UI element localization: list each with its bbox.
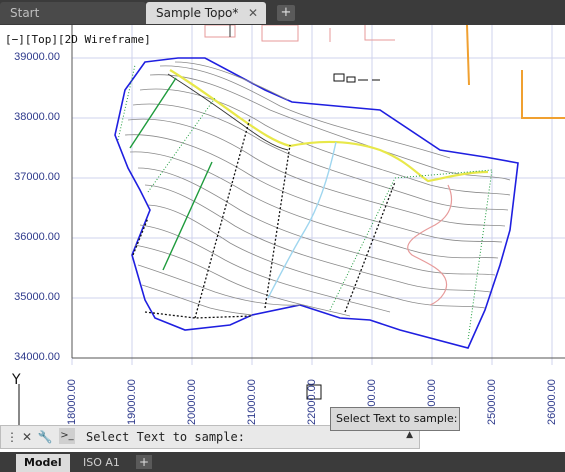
wrench-icon[interactable]: 🔧 — [37, 429, 53, 445]
tab-iso-a1[interactable]: ISO A1 — [75, 454, 128, 472]
command-prompt-icon[interactable]: >_ — [59, 428, 75, 444]
ucs-y-label: Y — [12, 372, 21, 388]
x-axis-tick-label: 26000.00 — [546, 379, 558, 425]
x-axis-tick-label: 22000.00 — [306, 379, 318, 425]
x-axis-tick-label: 20000.00 — [186, 379, 198, 425]
contour-lines — [124, 61, 511, 317]
command-input[interactable]: Select Text to sample: — [86, 430, 245, 444]
y-axis-tick-label: 36000.00 — [14, 231, 60, 243]
orange-lines — [466, 25, 565, 119]
y-axis-tick-label: 38000.00 — [14, 111, 60, 123]
drawing-canvas[interactable] — [0, 25, 565, 425]
chevron-up-icon[interactable]: ▲ — [406, 430, 413, 440]
tab-sample-topo[interactable]: Sample Topo* ✕ — [146, 2, 266, 24]
x-axis-tick-label: 21000.00 — [246, 379, 258, 425]
x-axis-tick-label: 25000.00 — [486, 379, 498, 425]
new-tab-plus-icon[interactable]: + — [277, 5, 295, 21]
document-tab-bar: Start Sample Topo* ✕ + — [0, 0, 565, 25]
tab-sample-topo-label: Sample Topo* — [156, 6, 239, 20]
layout-tab-bar: Model ISO A1 + — [0, 452, 565, 472]
grid-lines — [71, 25, 565, 365]
add-layout-plus-icon[interactable]: + — [136, 455, 152, 469]
close-icon[interactable]: ✕ — [248, 2, 258, 24]
y-axis-tick-label: 35000.00 — [14, 291, 60, 303]
cursor-tooltip: Select Text to sample: — [330, 407, 460, 431]
y-axis-tick-label: 37000.00 — [14, 171, 60, 183]
close-icon[interactable]: ✕ — [19, 429, 35, 445]
viewport-controls-label[interactable]: [−][Top][2D Wireframe] — [5, 33, 151, 46]
tab-start[interactable]: Start — [0, 2, 146, 24]
legend-symbols — [333, 73, 380, 83]
tab-model[interactable]: Model — [16, 454, 70, 472]
tab-start-label: Start — [10, 6, 40, 20]
building-outlines — [204, 25, 395, 42]
x-axis-tick-label: 18000.00 — [66, 379, 78, 425]
driveway-line — [407, 184, 453, 306]
grip-icon[interactable]: ⋮ — [4, 429, 20, 445]
y-axis-tick-label: 34000.00 — [14, 351, 60, 363]
x-axis-tick-label: 19000.00 — [126, 379, 138, 425]
y-axis-tick-label: 39000.00 — [14, 51, 60, 63]
site-boundary — [114, 57, 519, 349]
